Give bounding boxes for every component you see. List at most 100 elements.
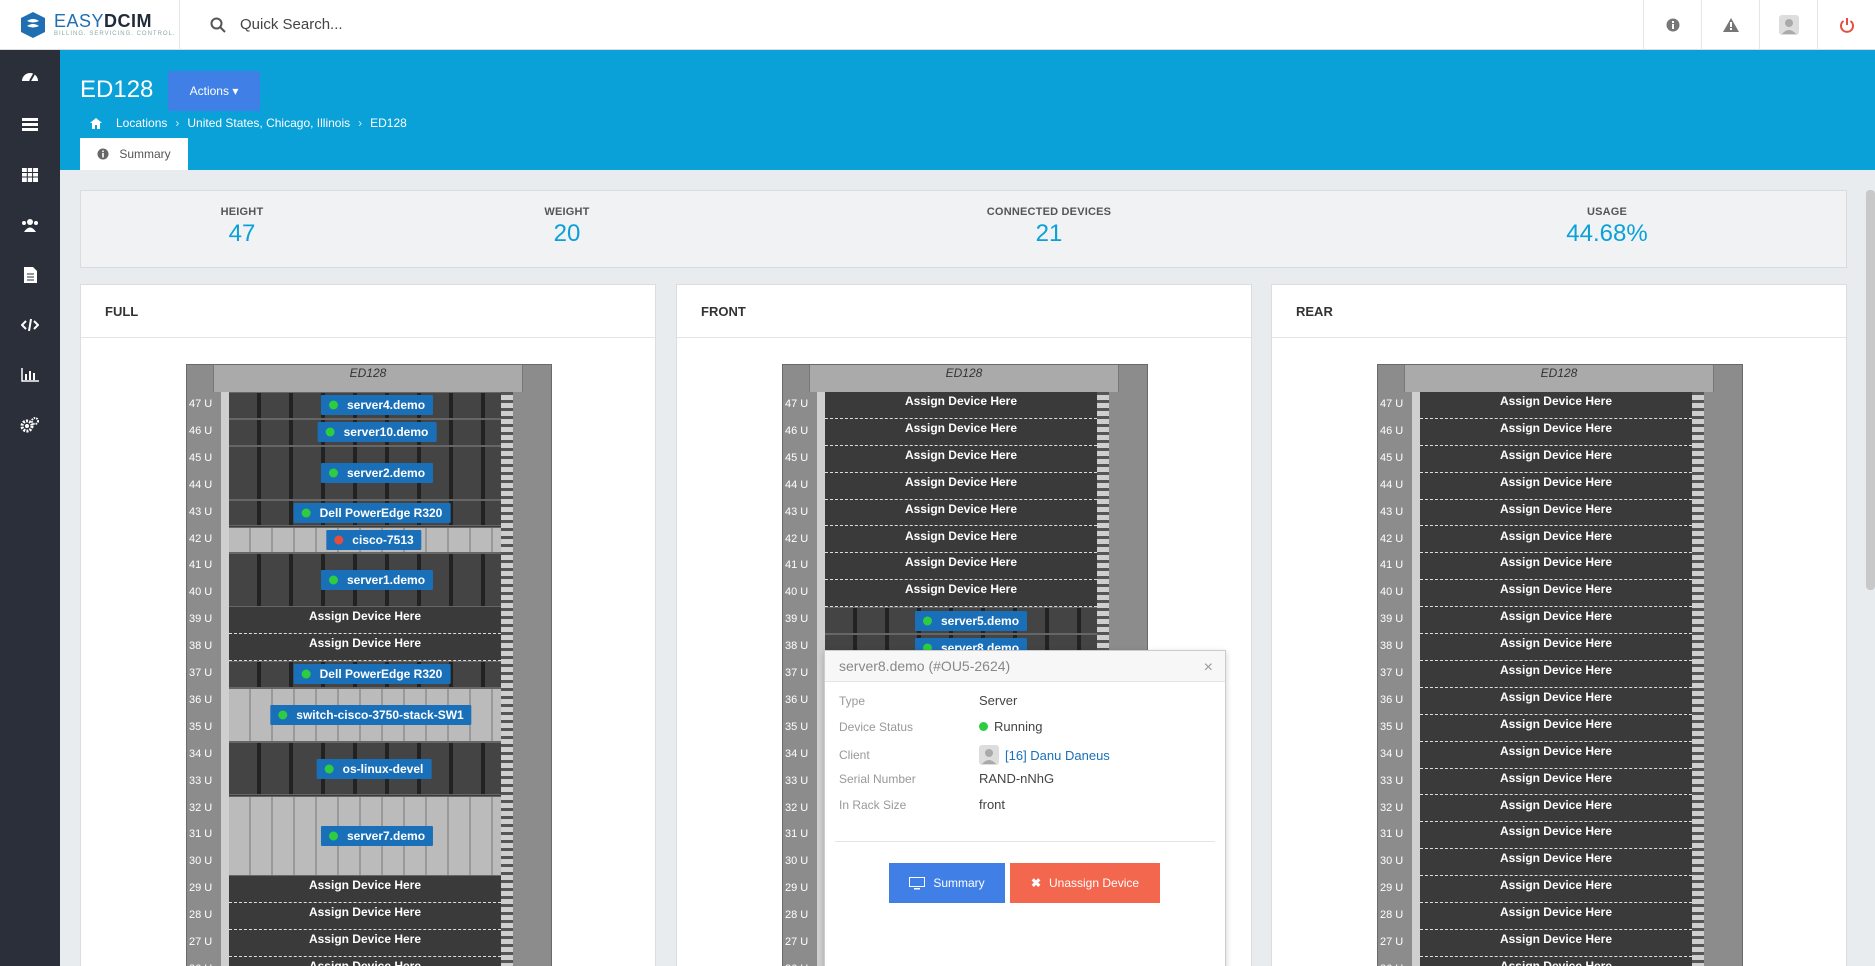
device-name: server10.demo <box>343 425 429 440</box>
assign-device-slot[interactable]: Assign Device Here <box>1420 930 1692 957</box>
sidebar-item-settings[interactable] <box>0 400 60 450</box>
rack-unit-label: 43 U <box>1380 505 1404 518</box>
assign-device-slot[interactable]: Assign Device Here <box>1420 500 1692 527</box>
breadcrumb-locations[interactable]: Locations <box>116 116 167 130</box>
device-label[interactable]: server1.demo <box>320 570 434 591</box>
rack-unit-label: 39 U <box>785 613 809 626</box>
device-label[interactable]: server5.demo <box>914 610 1028 631</box>
assign-device-slot[interactable]: Assign Device Here <box>1420 849 1692 877</box>
stat-weight: WEIGHT 20 <box>544 206 589 248</box>
rack-unit-label: 43 U <box>189 505 213 518</box>
device-label[interactable]: os-linux-devel <box>316 758 432 779</box>
popover-key: In Rack Size <box>839 797 907 812</box>
rack-device[interactable]: server10.demo <box>229 418 501 446</box>
rack-device[interactable]: server4.demo <box>229 392 501 419</box>
assign-device-slot[interactable]: Assign Device Here <box>1420 715 1692 742</box>
sidebar-item-servers[interactable] <box>0 100 60 150</box>
assign-device-slot[interactable]: Assign Device Here <box>1420 607 1692 635</box>
logo[interactable]: EASYDCIM BILLING. SERVICING. CONTROL. <box>0 0 180 50</box>
rack-device[interactable]: Dell PowerEdge R320 <box>229 661 501 688</box>
device-label[interactable]: switch-cisco-3750-stack-SW1 <box>270 704 472 725</box>
assign-device-slot[interactable]: Assign Device Here <box>1420 553 1692 581</box>
popover-key: Serial Number <box>839 771 916 786</box>
assign-device-slot[interactable]: Assign Device Here <box>1420 446 1692 473</box>
assign-device-slot[interactable]: Assign Device Here <box>229 634 501 661</box>
page-scrollbar[interactable] <box>1866 190 1875 590</box>
unassign-device-button[interactable]: ✖ Unassign Device <box>1010 863 1160 903</box>
sidebar-item-reports[interactable] <box>0 350 60 400</box>
assign-device-slot[interactable]: Assign Device Here <box>825 392 1097 419</box>
assign-device-slot[interactable]: Assign Device Here <box>1420 419 1692 446</box>
rack-unit-label: 37 U <box>189 667 213 679</box>
assign-device-slot[interactable]: Assign Device Here <box>825 446 1097 473</box>
assign-device-slot[interactable]: Assign Device Here <box>1420 661 1692 688</box>
rack-unit-label: 33 U <box>189 774 213 787</box>
rack-unit-label: 31 U <box>189 828 213 841</box>
assign-device-slot[interactable]: Assign Device Here <box>1420 688 1692 715</box>
rack-unit-label: 44 U <box>189 478 213 491</box>
rack-device[interactable]: os-linux-devel <box>229 741 501 796</box>
device-label[interactable]: server7.demo <box>320 825 434 846</box>
logo-icon <box>21 11 45 38</box>
monitor-icon <box>909 876 926 889</box>
assign-device-slot[interactable]: Assign Device Here <box>1420 957 1692 966</box>
breadcrumb: Locations › United States, Chicago, Illi… <box>90 116 407 130</box>
device-label[interactable]: server2.demo <box>320 462 434 483</box>
assign-device-slot[interactable]: Assign Device Here <box>229 903 501 930</box>
assign-device-slot[interactable]: Assign Device Here <box>825 419 1097 446</box>
assign-device-slot[interactable]: Assign Device Here <box>825 527 1097 554</box>
device-label[interactable]: Dell PowerEdge R320 <box>293 503 451 524</box>
rack-device[interactable]: switch-cisco-3750-stack-SW1 <box>229 687 501 742</box>
rack-unit-label: 46 U <box>1380 424 1404 437</box>
rack-device[interactable]: server2.demo <box>229 445 501 500</box>
sidebar-item-clients[interactable] <box>0 200 60 250</box>
rack-device[interactable]: cisco-7513 <box>229 526 501 554</box>
actions-dropdown-button[interactable]: Actions ▾ <box>168 71 260 111</box>
device-label[interactable]: Dell PowerEdge R320 <box>293 664 451 685</box>
rack-device[interactable]: server1.demo <box>229 553 501 608</box>
status-dot-icon <box>328 831 338 841</box>
logout-button[interactable] <box>1817 0 1875 50</box>
summary-button[interactable]: Summary <box>889 863 1005 903</box>
status-dot-icon <box>328 400 338 410</box>
client-link[interactable]: [16] Danu Daneus <box>1005 748 1110 763</box>
rack-device[interactable]: server7.demo <box>229 795 501 877</box>
close-icon[interactable]: × <box>1204 659 1213 677</box>
assign-device-slot[interactable]: Assign Device Here <box>1420 822 1692 850</box>
assign-device-slot[interactable]: Assign Device Here <box>1420 876 1692 904</box>
breadcrumb-city[interactable]: United States, Chicago, Illinois <box>187 116 350 130</box>
info-button[interactable] <box>1643 0 1701 50</box>
sidebar-item-dashboard[interactable] <box>0 50 60 100</box>
assign-device-slot[interactable]: Assign Device Here <box>229 607 501 635</box>
rack-device[interactable]: Dell PowerEdge R320 <box>229 499 501 527</box>
assign-device-slot[interactable]: Assign Device Here <box>1420 742 1692 769</box>
rack-unit-label: 42 U <box>1380 532 1404 545</box>
user-menu-button[interactable] <box>1759 0 1817 50</box>
sidebar-item-racks[interactable] <box>0 150 60 200</box>
device-label[interactable]: server10.demo <box>317 422 437 443</box>
rack-device[interactable]: server5.demo <box>825 607 1097 635</box>
assign-device-slot[interactable]: Assign Device Here <box>1420 769 1692 796</box>
assign-device-slot[interactable]: Assign Device Here <box>825 500 1097 527</box>
assign-device-slot[interactable]: Assign Device Here <box>825 473 1097 500</box>
assign-device-slot[interactable]: Assign Device Here <box>1420 634 1692 661</box>
assign-device-slot[interactable]: Assign Device Here <box>229 930 501 957</box>
search-input[interactable] <box>240 16 640 33</box>
device-label[interactable]: server4.demo <box>320 395 434 416</box>
assign-device-slot[interactable]: Assign Device Here <box>1420 473 1692 500</box>
device-label[interactable]: cisco-7513 <box>326 529 422 550</box>
alerts-button[interactable] <box>1701 0 1759 50</box>
assign-device-slot[interactable]: Assign Device Here <box>1420 392 1692 419</box>
assign-device-slot[interactable]: Assign Device Here <box>825 553 1097 581</box>
sidebar-item-api[interactable] <box>0 300 60 350</box>
tab-summary[interactable]: Summary <box>80 138 188 170</box>
assign-device-slot[interactable]: Assign Device Here <box>825 580 1097 608</box>
assign-device-slot[interactable]: Assign Device Here <box>1420 580 1692 608</box>
assign-device-slot[interactable]: Assign Device Here <box>1420 527 1692 554</box>
server-icon <box>22 118 38 131</box>
assign-device-slot[interactable]: Assign Device Here <box>1420 903 1692 930</box>
sidebar-item-documents[interactable] <box>0 250 60 300</box>
assign-device-slot[interactable]: Assign Device Here <box>229 876 501 904</box>
assign-device-slot[interactable]: Assign Device Here <box>229 957 501 966</box>
assign-device-slot[interactable]: Assign Device Here <box>1420 796 1692 823</box>
